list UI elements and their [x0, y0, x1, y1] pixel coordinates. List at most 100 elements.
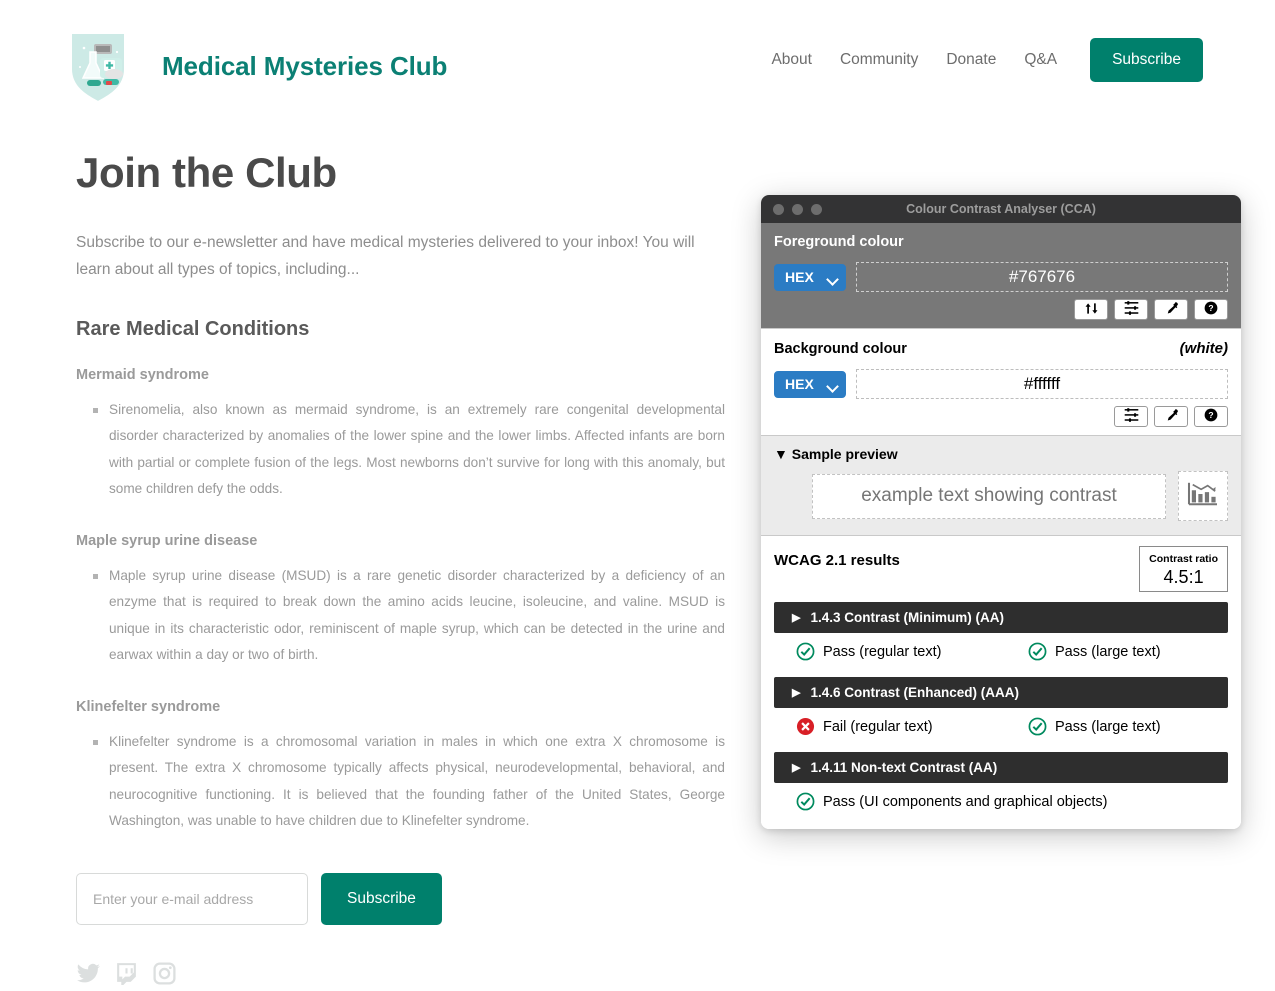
minimize-window-button[interactable]: [792, 203, 803, 215]
eyedropper-button[interactable]: [1154, 406, 1188, 427]
outcome-item: Pass (large text): [1028, 642, 1161, 661]
nav-item-community[interactable]: Community: [826, 47, 932, 73]
help-button[interactable]: ?: [1194, 299, 1228, 320]
email-field[interactable]: [76, 872, 308, 925]
newsletter-signup-form: Subscribe: [76, 872, 726, 925]
triangle-down-icon: ▼: [774, 446, 788, 462]
results-title: WCAG 2.1 results: [774, 552, 900, 569]
outcome-item: Fail (regular text): [796, 717, 1028, 736]
background-colour-row: HEX: [774, 369, 1228, 399]
contrast-ratio-value: 4.5:1: [1163, 567, 1204, 587]
background-hex-input[interactable]: [856, 369, 1228, 399]
svg-text:?: ?: [1208, 303, 1213, 313]
nav-subscribe-button[interactable]: Subscribe: [1090, 38, 1203, 82]
help-button[interactable]: ?: [1194, 406, 1228, 427]
nav-item-donate[interactable]: Donate: [932, 47, 1010, 73]
criterion-outcomes-1-4-11: Pass (UI components and graphical object…: [774, 783, 1228, 817]
sample-graphic: [1178, 471, 1228, 521]
brand[interactable]: Medical Mysteries Club: [62, 22, 447, 110]
colour-sliders-button[interactable]: [1114, 299, 1148, 320]
foreground-colour-panel: Foreground colour HEX #767676 ?: [761, 223, 1241, 328]
sliders-icon: [1123, 408, 1140, 425]
svg-text:?: ?: [1208, 410, 1213, 420]
outcome-item: Pass (large text): [1028, 717, 1161, 736]
medical-shield-logo-icon: [62, 22, 134, 110]
swap-colours-button[interactable]: [1074, 299, 1108, 320]
outcome-label: Pass (regular text): [823, 643, 942, 660]
criterion-header-1-4-11[interactable]: ▶ 1.4.11 Non-text Contrast (AA): [774, 752, 1228, 783]
background-format-select[interactable]: HEX: [774, 370, 846, 398]
declining-bar-chart-icon: [1187, 480, 1219, 513]
foreground-hex-input[interactable]: [856, 262, 1228, 292]
criterion-title: 1.4.3 Contrast (Minimum) (AA): [810, 610, 1004, 625]
window-titlebar[interactable]: Colour Contrast Analyser (CCA): [761, 195, 1241, 223]
window-title: Colour Contrast Analyser (CCA): [906, 202, 1096, 216]
sample-preview-panel: ▼ Sample preview example text showing co…: [761, 435, 1241, 535]
background-colour-note: (white): [1179, 340, 1228, 357]
contrast-ratio-label: Contrast ratio: [1149, 553, 1218, 565]
twitch-icon[interactable]: [114, 961, 139, 986]
sample-text: example text showing contrast: [812, 473, 1166, 519]
subscribe-button[interactable]: Subscribe: [321, 872, 442, 925]
wcag-results-panel: WCAG 2.1 results Contrast ratio 4.5:1 ▶ …: [761, 535, 1241, 829]
background-tool-buttons: ?: [774, 406, 1228, 427]
help-icon: ?: [1204, 301, 1218, 318]
triangle-right-icon: ▶: [792, 612, 801, 624]
nav-item-about[interactable]: About: [757, 47, 826, 73]
eyedropper-button[interactable]: [1154, 299, 1188, 320]
list-item: Klinefelter syndrome is a chromosomal va…: [93, 729, 725, 835]
main-navigation: About Community Donate Q&A Subscribe: [757, 38, 1203, 82]
condition-list: Klinefelter syndrome is a chromosomal va…: [76, 729, 726, 835]
pass-check-icon: [796, 792, 815, 811]
up-down-arrows-icon: [1083, 302, 1100, 318]
condition-title: Maple syrup urine disease: [76, 532, 258, 549]
sample-preview-disclosure[interactable]: ▼ Sample preview: [774, 446, 1228, 462]
criterion-outcomes-1-4-6: Fail (regular text) Pass (large text): [774, 708, 1228, 742]
intro-paragraph: Subscribe to our e-newsletter and have m…: [76, 234, 695, 278]
brand-name: Medical Mysteries Club: [162, 50, 448, 81]
nav-item-qa[interactable]: Q&A: [1010, 47, 1071, 73]
eyedropper-icon: [1164, 408, 1179, 426]
criterion-header-1-4-3[interactable]: ▶ 1.4.3 Contrast (Minimum) (AA): [774, 602, 1228, 633]
colour-sliders-button[interactable]: [1114, 406, 1148, 427]
list-item: Sirenomelia, also known as mermaid syndr…: [93, 397, 725, 503]
help-icon: ?: [1204, 408, 1218, 425]
social-links: [76, 961, 726, 986]
condition-list: Sirenomelia, also known as mermaid syndr…: [76, 397, 726, 503]
close-window-button[interactable]: [773, 203, 784, 215]
outcome-label: Pass (UI components and graphical object…: [823, 793, 1108, 810]
foreground-format-select[interactable]: HEX: [774, 263, 846, 291]
page-title: Join the Club: [76, 149, 337, 196]
twitter-icon[interactable]: [76, 961, 101, 986]
instagram-icon[interactable]: [152, 961, 177, 986]
foreground-format-select-wrapper: HEX: [774, 263, 846, 291]
eyedropper-icon: [1164, 301, 1179, 319]
condition-title: Mermaid syndrome: [76, 366, 209, 383]
background-header: Background colour (white): [774, 340, 1228, 369]
background-colour-panel: Background colour (white) HEX #ffffff ?: [761, 328, 1241, 435]
results-header: WCAG 2.1 results Contrast ratio 4.5:1: [774, 546, 1228, 592]
fail-cross-icon: [796, 717, 815, 736]
pass-check-icon: [1028, 717, 1047, 736]
outcome-label: Fail (regular text): [823, 718, 933, 735]
condition-list: Maple syrup urine disease (MSUD) is a ra…: [76, 563, 726, 669]
triangle-right-icon: ▶: [792, 687, 801, 699]
list-item: Maple syrup urine disease (MSUD) is a ra…: [93, 563, 725, 669]
pass-check-icon: [1028, 642, 1047, 661]
outcome-label: Pass (large text): [1055, 643, 1161, 660]
site-header: Medical Mysteries Club About Community D…: [0, 0, 1275, 125]
foreground-label: Foreground colour: [774, 234, 904, 250]
sample-preview-label: Sample preview: [791, 446, 898, 462]
sample-preview-body: example text showing contrast: [774, 471, 1228, 521]
maximize-window-button[interactable]: [811, 203, 822, 215]
criterion-header-1-4-6[interactable]: ▶ 1.4.6 Contrast (Enhanced) (AAA): [774, 677, 1228, 708]
triangle-right-icon: ▶: [792, 762, 801, 774]
outcome-item: Pass (UI components and graphical object…: [796, 792, 1108, 811]
background-label: Background colour: [774, 341, 907, 357]
condition-title: Klinefelter syndrome: [76, 698, 221, 715]
outcome-item: Pass (regular text): [796, 642, 1028, 661]
criterion-outcomes-1-4-3: Pass (regular text) Pass (large text): [774, 633, 1228, 667]
section-title: Rare Medical Conditions: [76, 317, 310, 340]
pass-check-icon: [796, 642, 815, 661]
contrast-ratio-box: Contrast ratio 4.5:1: [1139, 546, 1228, 592]
